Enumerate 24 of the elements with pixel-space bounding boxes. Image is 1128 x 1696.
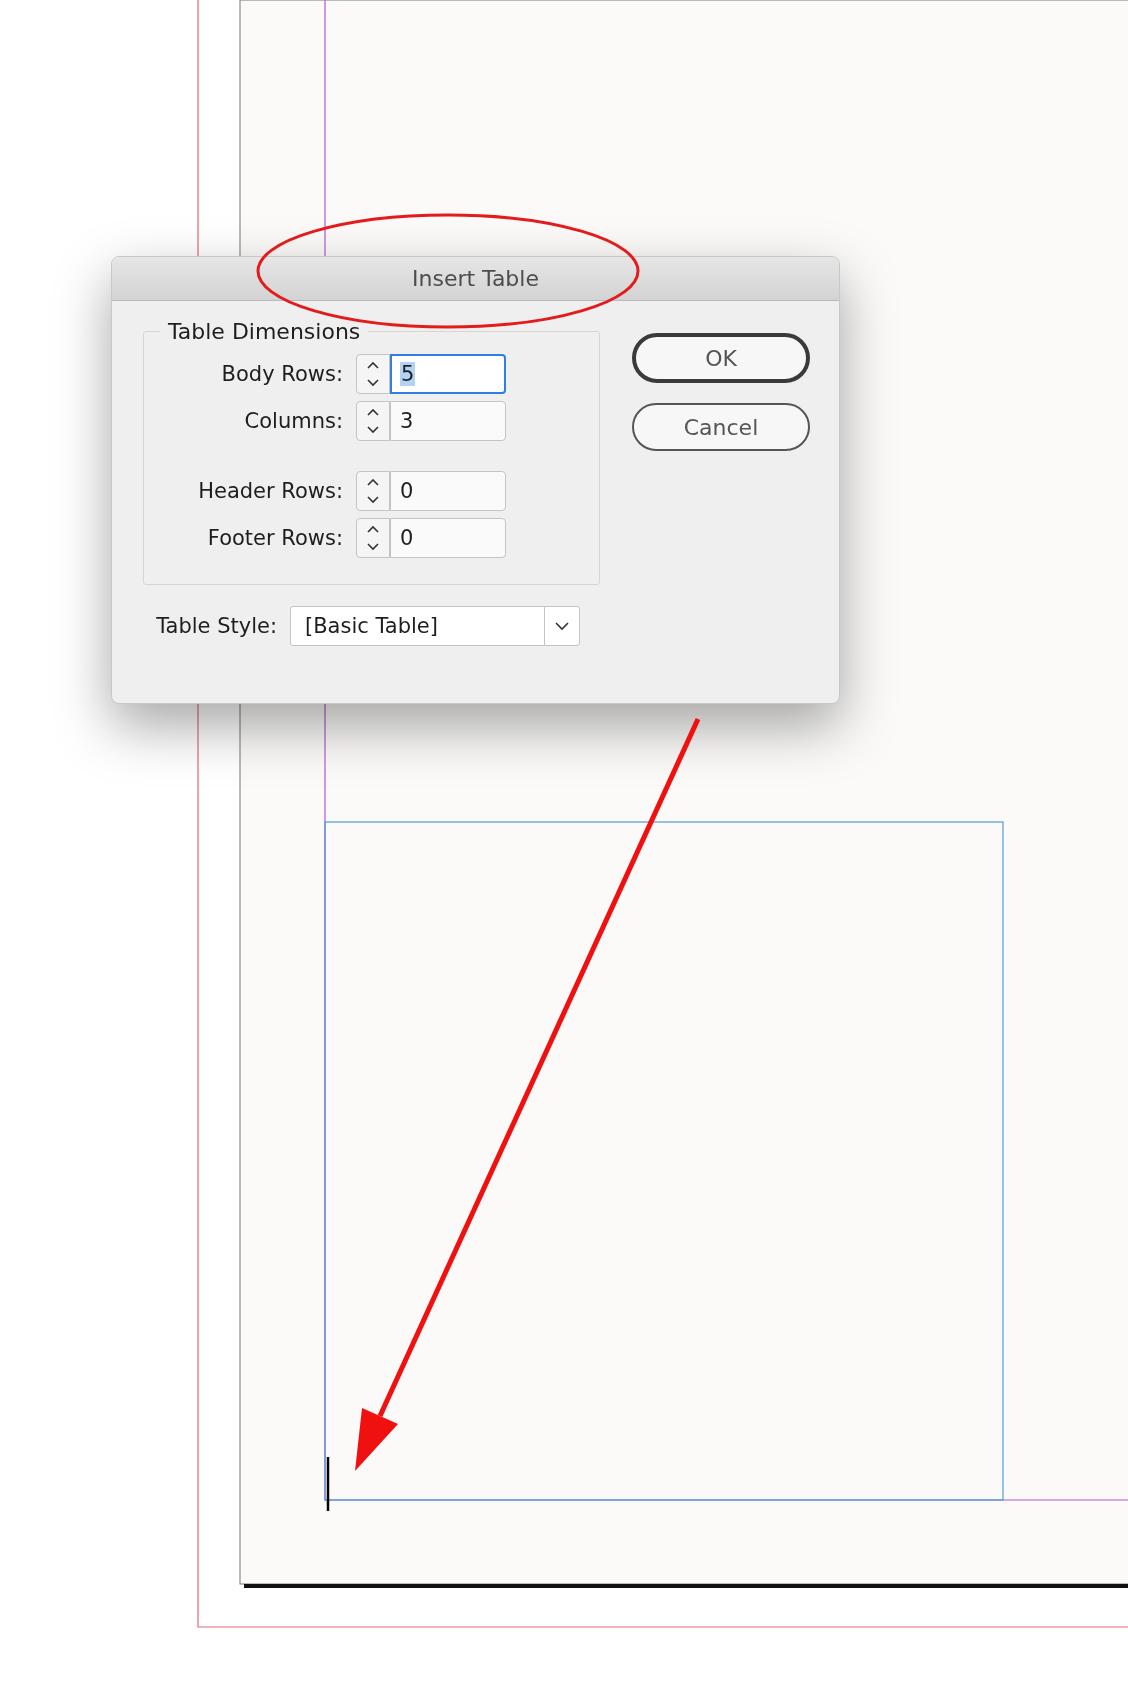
field-label: Footer Rows:: [206, 526, 343, 550]
ok-button[interactable]: OK: [632, 333, 810, 383]
stepper-button[interactable]: [356, 471, 390, 511]
up-down-chevron-icon: [366, 406, 380, 436]
number-field[interactable]: 0: [390, 518, 506, 558]
number-field[interactable]: 0: [390, 471, 506, 511]
up-down-chevron-icon: [366, 523, 380, 553]
field-label: Columns:: [243, 409, 343, 433]
number-field[interactable]: 3: [390, 401, 506, 441]
field-label: Header Rows:: [197, 479, 343, 503]
group-legend: Table Dimensions: [160, 319, 369, 344]
chevron-down-icon: [555, 621, 569, 631]
dialog-title: Insert Table: [412, 266, 539, 291]
stepper-button[interactable]: [356, 401, 390, 441]
up-down-chevron-icon: [366, 476, 380, 506]
cancel-button[interactable]: Cancel: [632, 403, 810, 451]
up-down-chevron-icon: [366, 359, 380, 389]
text-cursor: [326, 1457, 330, 1511]
table-style-dropdown[interactable]: [Basic Table]: [290, 606, 580, 646]
stepper-button[interactable]: [356, 518, 390, 558]
number-field[interactable]: 5: [390, 354, 506, 394]
stepper-button[interactable]: [356, 354, 390, 394]
field-label: Table Style:: [155, 614, 277, 638]
field-label: Body Rows:: [220, 362, 343, 386]
